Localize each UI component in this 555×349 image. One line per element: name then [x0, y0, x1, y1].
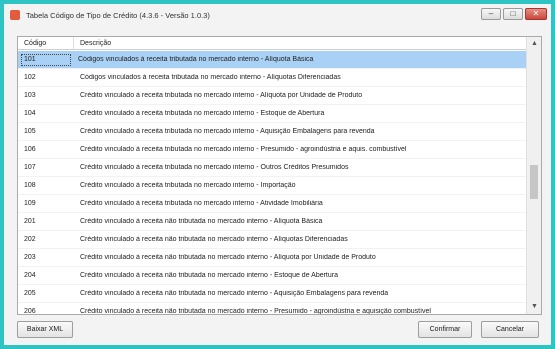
scroll-up-icon[interactable]: ▲ [527, 37, 541, 51]
minimize-button[interactable]: – [481, 8, 501, 20]
cell-description: Crédito vinculado à receita não tributad… [80, 272, 338, 279]
cell-code: 102 [24, 74, 36, 81]
grid-header: Código Descrição [18, 37, 527, 50]
cell-code: 105 [24, 128, 36, 135]
cell-description: Crédito vinculado à receita tributada no… [80, 128, 375, 135]
credit-type-grid[interactable]: Código Descrição 101 Códigos vinculados à… [17, 36, 542, 315]
cell-code: 104 [24, 110, 36, 117]
cell-code: 203 [24, 254, 36, 261]
title-bar[interactable]: Tabela Código de Tipo de Crédito (4.3.6 … [4, 4, 551, 26]
cell-description: Crédito vinculado à receita não tributad… [80, 290, 389, 297]
close-button[interactable]: ✕ [525, 8, 547, 20]
cell-description: Códigos vinculados à receita tributada n… [80, 74, 341, 81]
table-row[interactable]: 104 Crédito vinculado à receita tributada… [18, 105, 527, 123]
cell-code: 204 [24, 272, 36, 279]
cancelar-button[interactable]: Cancelar [481, 321, 539, 338]
grid-rows: 101 Códigos vinculados à receita tributad… [18, 51, 527, 315]
table-row[interactable]: 107 Crédito vinculado à receita tributada… [18, 159, 527, 177]
vertical-scrollbar[interactable]: ▲ ▼ [526, 37, 541, 314]
cell-description: Crédito vinculado à receita não tributad… [80, 236, 348, 243]
table-row[interactable]: 204 Crédito vinculado à receita não tribu… [18, 267, 527, 285]
cell-description: Crédito vinculado à receita não tributad… [80, 254, 376, 261]
cell-description: Crédito vinculado à receita tributada no… [80, 164, 349, 171]
cell-code: 106 [24, 146, 36, 153]
table-row[interactable]: 103 Crédito vinculado à receita tributada… [18, 87, 527, 105]
cell-description: Crédito vinculado à receita tributada no… [80, 92, 363, 99]
baixar-xml-button[interactable]: Baixar XML [17, 321, 73, 338]
scroll-down-icon[interactable]: ▼ [527, 300, 541, 314]
cell-code: 206 [24, 308, 36, 315]
cell-description: Crédito vinculado à receita tributada no… [80, 146, 407, 153]
dialog-window: Tabela Código de Tipo de Crédito (4.3.6 … [0, 0, 555, 349]
column-header-description[interactable]: Descrição [74, 37, 527, 49]
table-row[interactable]: 109 Crédito vinculado à receita tributada… [18, 195, 527, 213]
cell-description: Crédito vinculado à receita não tributad… [80, 308, 431, 315]
table-row[interactable]: 203 Crédito vinculado à receita não tribu… [18, 249, 527, 267]
table-row[interactable]: 108 Crédito vinculado à receita tributada… [18, 177, 527, 195]
column-header-code[interactable]: Código [18, 37, 74, 49]
table-row[interactable]: 101 Códigos vinculados à receita tributad… [18, 51, 527, 69]
table-row[interactable]: 106 Crédito vinculado à receita tributada… [18, 141, 527, 159]
cell-code: 109 [24, 200, 36, 207]
table-row[interactable]: 202 Crédito vinculado à receita não tribu… [18, 231, 527, 249]
cell-description: Crédito vinculado à receita tributada no… [80, 110, 325, 117]
table-row[interactable]: 206 Crédito vinculado à receita não tribu… [18, 303, 527, 315]
table-row[interactable]: 201 Crédito vinculado à receita não tribu… [18, 213, 527, 231]
scrollbar-thumb[interactable] [530, 165, 538, 199]
cell-code: 101 [20, 53, 72, 67]
cell-description: Códigos vinculados à receita tributada n… [78, 56, 314, 63]
confirmar-button[interactable]: Confirmar [418, 321, 472, 338]
table-row[interactable]: 205 Crédito vinculado à receita não tribu… [18, 285, 527, 303]
cell-description: Crédito vinculado à receita tributada no… [80, 182, 296, 189]
maximize-button[interactable]: □ [503, 8, 523, 20]
window-title: Tabela Código de Tipo de Crédito (4.3.6 … [26, 10, 210, 20]
cell-code: 201 [24, 218, 36, 225]
cell-code: 107 [24, 164, 36, 171]
cell-code: 108 [24, 182, 36, 189]
cell-description: Crédito vinculado à receita não tributad… [80, 218, 323, 225]
cell-code: 103 [24, 92, 36, 99]
table-row[interactable]: 102 Códigos vinculados à receita tributad… [18, 69, 527, 87]
cell-code: 202 [24, 236, 36, 243]
cell-description: Crédito vinculado à receita tributada no… [80, 200, 323, 207]
table-row[interactable]: 105 Crédito vinculado à receita tributada… [18, 123, 527, 141]
window-controls: – □ ✕ [481, 8, 547, 20]
app-icon [10, 10, 20, 20]
cell-code: 205 [24, 290, 36, 297]
